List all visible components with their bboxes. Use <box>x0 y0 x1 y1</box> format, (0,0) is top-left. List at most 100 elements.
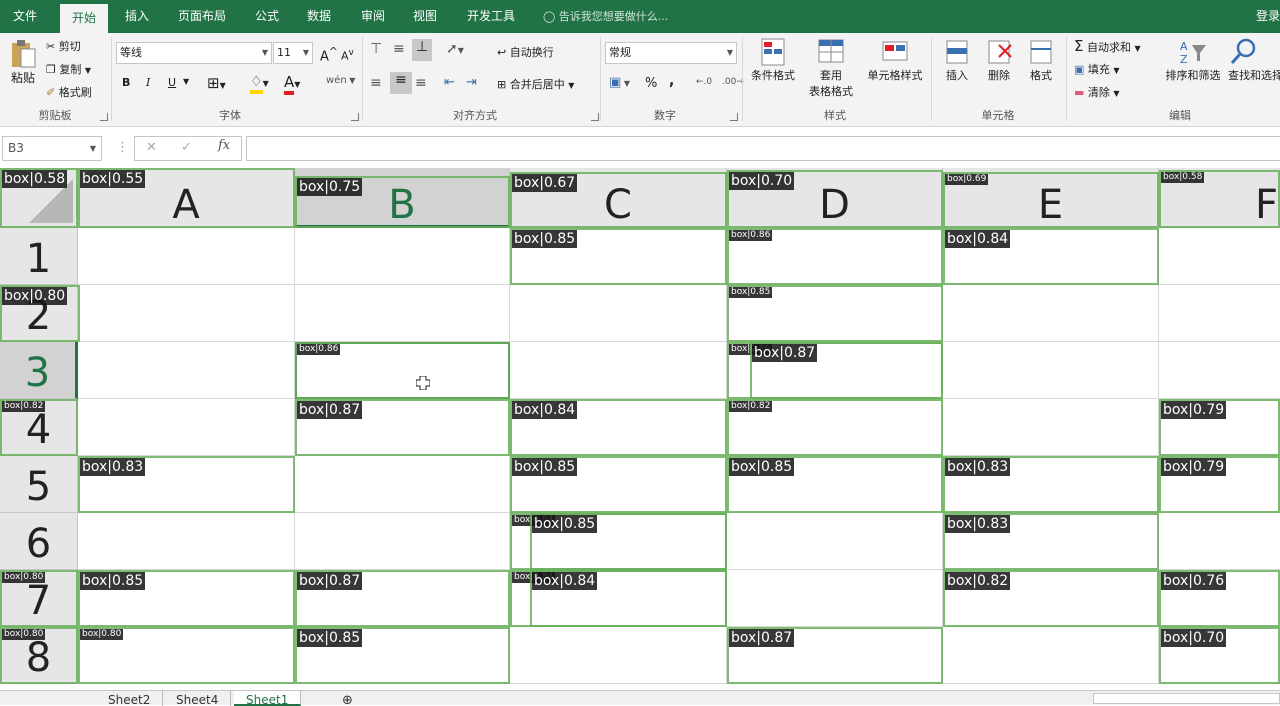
cell[interactable] <box>943 399 1159 456</box>
cell[interactable] <box>1159 285 1280 342</box>
sort-filter-button[interactable]: AZ 排序和筛选 <box>1162 37 1224 83</box>
find-select-button[interactable]: 查找和选择 <box>1228 37 1280 83</box>
number-format-dropdown[interactable]: 常规 ▼ <box>605 42 737 64</box>
cell[interactable] <box>727 513 943 570</box>
enter-icon[interactable]: ✓ <box>181 140 192 155</box>
orientation-button[interactable]: ➚▼ <box>446 41 464 57</box>
cell[interactable] <box>1159 228 1280 285</box>
tab-file[interactable]: 文件 <box>0 0 50 33</box>
percent-button[interactable]: % <box>645 76 657 91</box>
cell[interactable] <box>295 228 510 285</box>
row-header-5[interactable]: 5 <box>0 456 78 513</box>
align-top-button[interactable]: ⊤ <box>370 41 382 57</box>
worksheet-grid[interactable]: A B C D E F 1 2 3 4 5 6 7 8 box|0.58 box|… <box>0 168 1280 690</box>
conditional-format-button[interactable]: 条件格式 <box>748 37 798 83</box>
bold-button[interactable]: B <box>122 76 130 89</box>
formula-input[interactable] <box>246 136 1280 161</box>
cell[interactable] <box>1159 342 1280 399</box>
font-name-dropdown[interactable]: 等线 ▼ <box>116 42 272 64</box>
shrink-font-button[interactable]: Av <box>341 47 354 63</box>
merge-center-button[interactable]: ⊞ 合并后居中 ▼ <box>497 76 574 92</box>
tab-review[interactable]: 审阅 <box>352 0 394 33</box>
sheet-tab-sheet4[interactable]: Sheet4 <box>164 691 232 706</box>
tab-home[interactable]: 开始 <box>60 4 108 33</box>
align-middle-button[interactable]: ≡ <box>393 41 405 57</box>
phonetic-button[interactable]: wén ▼ <box>326 75 355 86</box>
copy-button[interactable]: ❐ 复制 ▼ <box>46 61 91 77</box>
cell[interactable] <box>78 285 295 342</box>
font-color-button[interactable]: A▼ <box>284 73 300 95</box>
fill-button[interactable]: ▣ 填充 ▼ <box>1074 61 1120 77</box>
cell[interactable] <box>295 285 510 342</box>
align-right-button[interactable]: ≡ <box>415 75 427 91</box>
cell[interactable] <box>943 627 1159 684</box>
autosum-button[interactable]: Σ 自动求和 ▼ <box>1074 37 1141 55</box>
cell[interactable] <box>78 228 295 285</box>
number-launcher-icon[interactable] <box>730 113 738 121</box>
login-link[interactable]: 登录 <box>1256 0 1280 33</box>
format-cells-button[interactable]: 格式 <box>1024 37 1058 83</box>
decrease-decimal-button[interactable]: .00→ <box>722 77 744 87</box>
clear-button[interactable]: ▬ 清除 ▼ <box>1074 84 1120 100</box>
insert-function-button[interactable]: fx <box>218 138 230 153</box>
italic-button[interactable]: I <box>146 76 150 89</box>
tab-insert[interactable]: 插入 <box>116 0 158 33</box>
cell[interactable] <box>510 627 727 684</box>
cut-button[interactable]: ✂ 剪切 <box>46 38 81 54</box>
cell[interactable] <box>510 342 727 399</box>
format-painter-label: 格式刷 <box>58 86 92 99</box>
detection-box: box|0.80 <box>0 285 80 342</box>
underline-dropdown[interactable]: ▼ <box>183 77 189 86</box>
accounting-format-button[interactable]: ▣ ▼ <box>609 75 630 90</box>
tell-me-box[interactable]: ◯ 告诉我您想要做什么... <box>543 0 668 33</box>
format-as-table-button[interactable]: 套用 表格格式 <box>802 37 860 99</box>
paste-button[interactable]: 粘贴 <box>6 39 40 86</box>
cell[interactable] <box>295 456 510 513</box>
comma-button[interactable]: , <box>669 73 674 89</box>
cell[interactable] <box>510 285 727 342</box>
cell[interactable] <box>78 342 295 399</box>
tab-page-layout[interactable]: 页面布局 <box>168 0 236 33</box>
sheet-tab-sheet2[interactable]: Sheet2 <box>96 691 164 706</box>
cell-styles-button[interactable]: 单元格样式 <box>864 37 926 83</box>
sheet-tab-sheet1[interactable]: Sheet1 <box>234 691 302 706</box>
align-center-button[interactable]: ≡ <box>390 72 412 94</box>
row-header-3[interactable]: 3 <box>0 342 78 399</box>
cell[interactable] <box>727 570 943 627</box>
horizontal-scrollbar[interactable] <box>1093 693 1280 704</box>
format-painter-button[interactable]: ✐ 格式刷 <box>46 84 92 100</box>
font-size-dropdown[interactable]: 11 ▼ <box>273 42 313 64</box>
delete-cells-button[interactable]: 删除 <box>982 37 1016 83</box>
increase-decimal-button[interactable]: ←.0 <box>696 77 712 87</box>
row-header-6[interactable]: 6 <box>0 513 78 570</box>
name-box[interactable]: B3 ▼ <box>2 136 102 161</box>
insert-cells-button[interactable]: 插入 <box>940 37 974 83</box>
cell[interactable] <box>78 399 295 456</box>
alignment-launcher-icon[interactable] <box>591 113 599 121</box>
add-sheet-icon[interactable]: ⊕ <box>330 691 365 706</box>
align-bottom-button[interactable]: ⊥ <box>412 39 432 61</box>
detection-label: box|0.58 <box>2 170 68 188</box>
increase-indent-button[interactable]: ⇥ <box>466 75 477 90</box>
tab-view[interactable]: 视图 <box>404 0 446 33</box>
cell[interactable] <box>78 513 295 570</box>
cell[interactable] <box>943 285 1159 342</box>
wrap-text-button[interactable]: ↩ 自动换行 <box>497 44 554 60</box>
cancel-icon[interactable]: ✕ <box>146 140 157 155</box>
clipboard-launcher-icon[interactable] <box>100 113 108 121</box>
row-header-1[interactable]: 1 <box>0 228 78 285</box>
tab-developer[interactable]: 开发工具 <box>458 0 524 33</box>
font-launcher-icon[interactable] <box>351 113 359 121</box>
cell[interactable] <box>295 513 510 570</box>
tab-data[interactable]: 数据 <box>298 0 340 33</box>
cell[interactable] <box>943 342 1159 399</box>
decrease-indent-button[interactable]: ⇤ <box>444 75 455 90</box>
underline-button[interactable]: U <box>168 76 176 89</box>
borders-button[interactable]: ⊞▼ <box>207 74 226 92</box>
fill-color-button[interactable]: ♢▼ <box>250 74 269 94</box>
cell[interactable] <box>1159 513 1280 570</box>
tab-formulas[interactable]: 公式 <box>246 0 288 33</box>
detection-label: box|0.85 <box>297 629 363 647</box>
align-left-button[interactable]: ≡ <box>370 75 382 91</box>
grow-font-button[interactable]: A^ <box>320 45 338 64</box>
